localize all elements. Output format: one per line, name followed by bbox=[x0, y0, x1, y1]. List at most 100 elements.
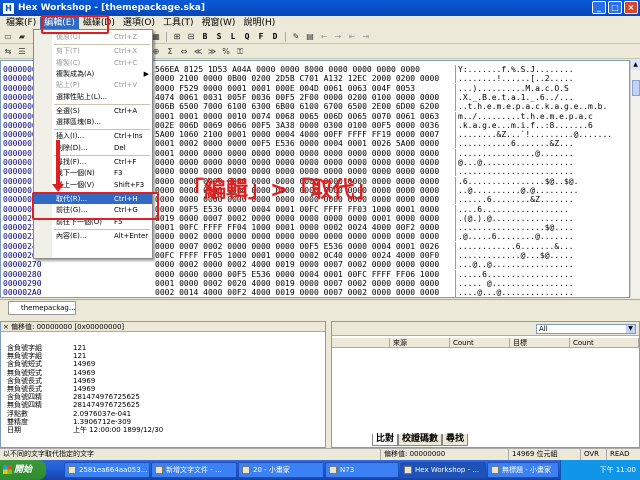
toolbar-f-button[interactable]: F bbox=[255, 31, 267, 42]
tab-checksum[interactable]: 校證碼數 bbox=[398, 434, 443, 446]
hex-row-ascii[interactable]: Y:.......f.%.S.J........ bbox=[455, 65, 627, 74]
hex-row-ascii[interactable]: ................@....... bbox=[455, 148, 627, 158]
hex-row-bytes[interactable]: 0001 0002 0000 0000 00F5 E536 0000 0004 … bbox=[155, 139, 455, 148]
menu-item[interactable]: 插入(I)... Ctrl+Ins bbox=[34, 131, 152, 141]
hex-row-ascii[interactable]: ...........6.......&Z... bbox=[455, 139, 627, 149]
menu-tools[interactable]: 工具(T) bbox=[159, 17, 198, 30]
list-icon[interactable]: ☰ bbox=[16, 46, 28, 57]
hex-row-ascii[interactable]: ..t.h.e.m.e.p.a.c.k.a.g.e..m.b. bbox=[455, 102, 627, 112]
hex-row-ascii[interactable]: ...@..@................. bbox=[455, 260, 627, 270]
menu-item[interactable]: 全選(S) Ctrl+A bbox=[34, 106, 152, 116]
hex-row-ascii[interactable]: m../.........t.h.e.m.e.p.a.c bbox=[455, 111, 627, 121]
toolbar-s-button[interactable]: S bbox=[213, 31, 225, 42]
hex-row-bytes[interactable]: 00FC FFFF FF05 1000 0001 0000 0002 0C40 … bbox=[155, 251, 455, 260]
hex-row-bytes[interactable]: 0019 0000 0007 0002 0000 0000 0000 0000 … bbox=[155, 214, 455, 223]
new-file-icon[interactable]: ▭ bbox=[2, 31, 14, 42]
hex-row-ascii[interactable]: .(@.).@................. bbox=[455, 213, 627, 223]
hex-row-ascii[interactable]: .@.....6........@....... bbox=[455, 232, 627, 242]
checksum-icon[interactable]: Σ bbox=[164, 46, 176, 57]
hex-row-bytes[interactable]: 0000 0007 0002 0000 0000 0000 00F5 E536 … bbox=[155, 242, 455, 251]
hex-row-ascii[interactable]: .............@...$@..... bbox=[455, 251, 627, 260]
taskbar-item-active[interactable]: Hex Workshop - ... bbox=[400, 462, 486, 478]
hex-row-bytes[interactable]: 0001 00FC FFFF FF04 1000 0001 0000 0002 … bbox=[155, 223, 455, 232]
hex-row-ascii[interactable]: .....6.................. bbox=[455, 269, 627, 279]
hex-row-ascii[interactable]: .k.a.g.e...m.i.f..:8.......6 bbox=[455, 120, 627, 130]
toolbar-q-button[interactable]: Q bbox=[241, 31, 253, 42]
hex-row-bytes[interactable]: 0001 0001 0000 0010 0074 0068 0065 006D … bbox=[155, 112, 455, 121]
hex-row-ascii[interactable]: ..................$@.... bbox=[455, 223, 627, 233]
hex-row-ascii[interactable]: ..... @................. bbox=[455, 278, 627, 288]
grid-icon[interactable]: ▤ bbox=[304, 31, 316, 42]
hex-row-ascii[interactable]: @...@................... bbox=[455, 158, 627, 167]
menu-item[interactable]: 選擇性貼上(L)... bbox=[34, 92, 152, 102]
next-icon[interactable]: ⇥ bbox=[360, 31, 372, 42]
menu-item[interactable]: 刪除(D)... Del bbox=[34, 143, 152, 153]
menu-window[interactable]: 視窗(W) bbox=[198, 17, 240, 30]
shift-icon[interactable]: ≪ bbox=[192, 46, 204, 57]
hex-row-bytes[interactable]: 0001 0000 0002 0020 4000 0019 0000 0007 … bbox=[155, 279, 455, 288]
hex-row-ascii[interactable]: ........!......[..2..... bbox=[455, 74, 627, 84]
percent-icon[interactable]: % bbox=[220, 46, 232, 57]
toolbar-b-button[interactable]: B bbox=[199, 31, 211, 42]
column-header-source[interactable]: 來源 bbox=[390, 338, 450, 347]
hex-row-ascii[interactable]: ..@..........@.@......... bbox=[455, 185, 627, 195]
hex-row-ascii[interactable]: ........&Z...`!.........@....... bbox=[455, 130, 627, 140]
align-icon[interactable]: ⇆ bbox=[2, 46, 14, 57]
menu-options[interactable]: 選項(O) bbox=[119, 17, 159, 30]
toolbar-l-button[interactable]: L bbox=[227, 31, 239, 42]
hex-row[interactable]: 00000280 0000 0000 0000 00F5 E536 0000 00… bbox=[3, 269, 627, 279]
crypto-icon[interactable]: ⚿ bbox=[234, 46, 246, 57]
close-panel-icon[interactable]: × bbox=[3, 322, 9, 332]
hex-row-bytes[interactable]: 0000 0000 0000 00F5 E536 0000 0004 0001 … bbox=[155, 270, 455, 279]
hex-row-bytes[interactable]: 006B 6500 7000 6100 6300 6B00 6100 6700 … bbox=[155, 102, 455, 111]
maximize-button[interactable]: □ bbox=[608, 1, 622, 14]
hex-row[interactable]: 00000290 0001 0000 0002 0020 4000 0019 00… bbox=[3, 278, 627, 288]
hex-row-bytes[interactable]: 002E 006D 0069 0066 00F5 3A38 0000 0300 … bbox=[155, 121, 455, 130]
hex-row-bytes[interactable]: 0002 0014 4000 00F2 4000 0019 0000 0007 … bbox=[155, 288, 455, 297]
hex-row-bytes[interactable]: 0000 0000 0000 0000 0000 0000 0000 0000 … bbox=[155, 167, 455, 176]
menu-file[interactable]: 檔案(F) bbox=[2, 17, 40, 30]
hex-row-bytes[interactable]: 4074 0061 0031 005F 0036 00F5 2F00 0000 … bbox=[155, 93, 455, 102]
taskbar-item[interactable]: 2581ea664aa053... bbox=[64, 462, 150, 478]
ascii-mode-icon[interactable]: ⊟ bbox=[185, 31, 197, 42]
document-tab[interactable]: themepackag... bbox=[8, 301, 76, 315]
hex-row-ascii[interactable]: ....6.................. bbox=[455, 204, 627, 214]
forward-arrow-icon[interactable]: → bbox=[332, 31, 344, 42]
hex-row-ascii[interactable]: ...)..........M.a.c.O.S bbox=[455, 83, 627, 93]
close-button[interactable]: × bbox=[624, 1, 638, 14]
menu-item[interactable]: 複製成為(A) ▶ bbox=[34, 69, 152, 79]
column-header-blank[interactable] bbox=[332, 338, 390, 347]
menu-help[interactable]: 說明(H) bbox=[239, 17, 279, 30]
hex-row-ascii[interactable]: ........................ bbox=[455, 167, 627, 177]
back-arrow-icon[interactable]: ← bbox=[318, 31, 330, 42]
hex-row-bytes[interactable]: 0000 0000 0000 0000 0000 0000 0000 0000 … bbox=[155, 158, 455, 167]
hex-row-bytes[interactable]: 0001 0000 0000 0000 0000 0000 0000 0000 … bbox=[155, 149, 455, 158]
hex-row-bytes[interactable]: 0000 F529 0000 0001 0001 000E 004D 0061 … bbox=[155, 84, 455, 93]
menu-item[interactable]: 內容(E)... Alt+Enter bbox=[34, 231, 152, 241]
taskbar-item[interactable]: 20 - 小畫家 bbox=[238, 462, 324, 478]
tab-compare[interactable]: 比對 bbox=[372, 434, 399, 446]
hex-row-bytes[interactable]: 566EA 8125 1D53 A04A 0000 0000 8000 0000… bbox=[155, 65, 455, 74]
toolbar-d-button[interactable]: D bbox=[269, 31, 281, 42]
prev-icon[interactable]: ⇤ bbox=[346, 31, 358, 42]
open-folder-icon[interactable]: ▰ bbox=[16, 31, 28, 42]
menu-item[interactable]: 尋找(F)... Ctrl+F bbox=[34, 157, 152, 167]
taskbar-item[interactable]: N73 bbox=[325, 462, 399, 478]
hex-row[interactable]: 000002A0 0002 0014 4000 00F2 4000 0019 00… bbox=[3, 288, 627, 297]
shift-right-icon[interactable]: ≫ bbox=[206, 46, 218, 57]
hex-row-ascii[interactable]: ....@...@............... bbox=[455, 288, 627, 297]
hex-row-ascii[interactable]: .6................$@..$@. bbox=[455, 176, 627, 186]
menu-item[interactable]: 選擇區塊(B)... bbox=[34, 117, 152, 127]
hex-row-bytes[interactable]: 0000 2100 0000 0B00 0200 2D5B C701 A132 … bbox=[155, 74, 455, 83]
chevron-down-icon[interactable]: ▼ bbox=[626, 325, 635, 333]
column-header-target[interactable]: 目標 bbox=[510, 338, 570, 347]
compare-icon[interactable]: ⇔ bbox=[178, 46, 190, 57]
taskbar-item[interactable]: 新增文字文件 - ... bbox=[151, 462, 237, 478]
hex-row-bytes[interactable]: 5A00 1060 2100 0001 0000 0004 4000 00FF … bbox=[155, 130, 455, 139]
hex-row[interactable]: 00000270 0000 0002 0000 0002 4000 0019 00… bbox=[3, 260, 627, 270]
hex-vertical-scrollbar[interactable]: ▲ bbox=[630, 60, 640, 298]
menu-item[interactable]: 找下一個(N) F3 bbox=[34, 168, 152, 178]
scroll-thumb[interactable] bbox=[632, 80, 640, 96]
hex-row-ascii[interactable]: .X._.B.e.t.a.1._.6../... bbox=[455, 92, 627, 102]
column-header-source-count[interactable]: Count bbox=[450, 338, 510, 347]
